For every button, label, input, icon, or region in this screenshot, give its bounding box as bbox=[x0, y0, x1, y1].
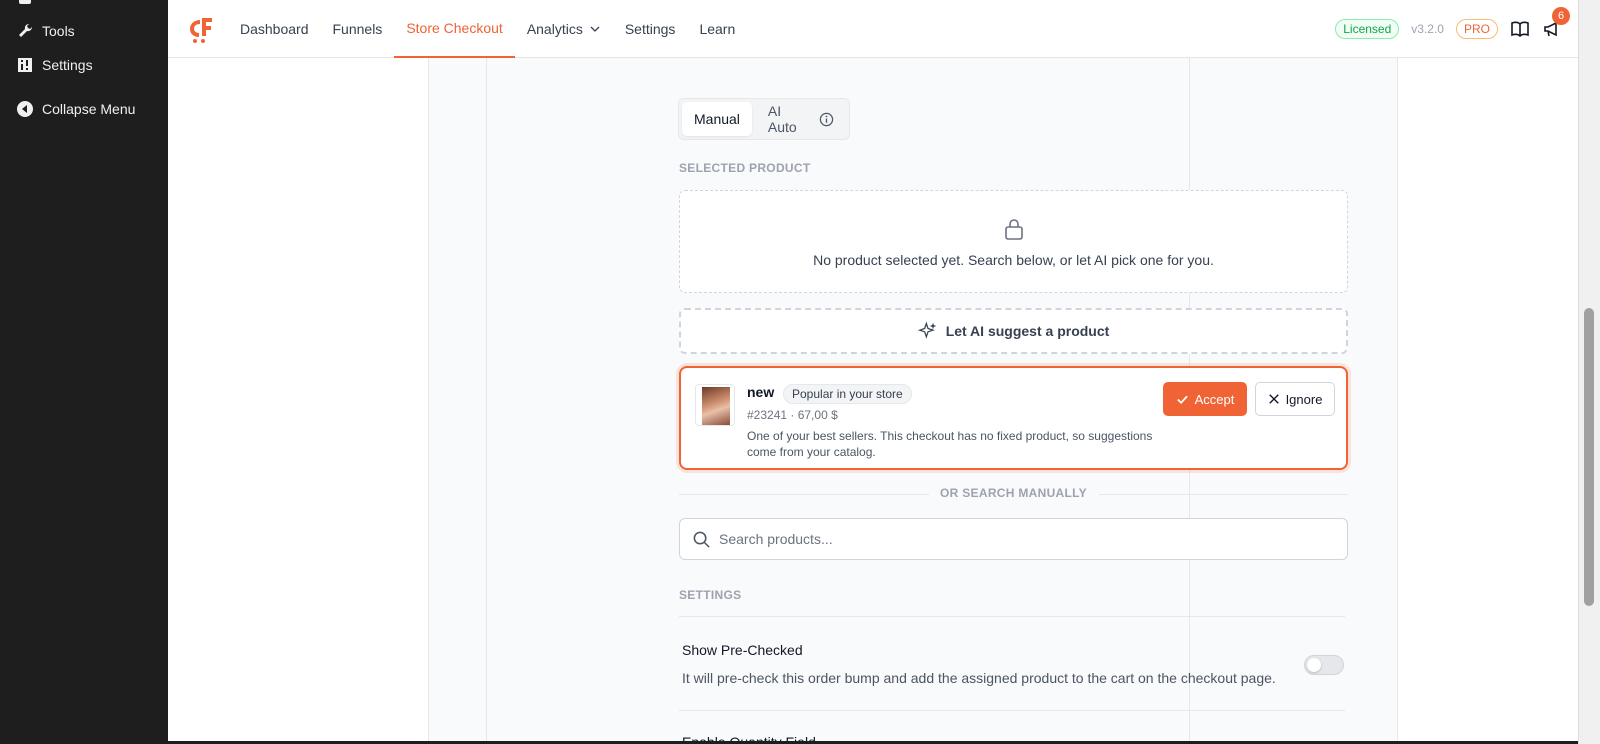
announcements-button[interactable]: 6 bbox=[1542, 7, 1570, 39]
database-icon bbox=[19, 0, 31, 4]
pre-checked-toggle[interactable] bbox=[1304, 655, 1344, 675]
toggle-knob bbox=[1307, 658, 1321, 672]
topbar-right: Licensed v3.2.0 PRO 6 bbox=[1335, 0, 1570, 58]
scrollbar-thumb[interactable] bbox=[1584, 308, 1594, 606]
pre-checked-description: It will pre-check this order bump and ad… bbox=[682, 670, 1276, 686]
mode-label: AI Auto bbox=[767, 103, 797, 135]
nav-label: Dashboard bbox=[240, 21, 309, 37]
product-name: new bbox=[747, 384, 775, 400]
selected-product-heading: SELECTED PRODUCT bbox=[679, 161, 811, 175]
main-nav: Dashboard Funnels Store Checkout Analyti… bbox=[228, 0, 747, 58]
product-meta: #23241 · 67,00 $ bbox=[747, 408, 838, 422]
nav-label: Settings bbox=[624, 21, 676, 37]
settings-heading: SETTINGS bbox=[679, 588, 742, 602]
check-icon bbox=[1176, 395, 1188, 404]
ai-suggest-product-button[interactable]: Let AI suggest a product bbox=[679, 308, 1348, 354]
sidebar-item-label: Tools bbox=[42, 23, 75, 39]
search-divider: OR SEARCH MANUALLY bbox=[679, 486, 1348, 502]
wrench-icon bbox=[19, 23, 33, 37]
settings-row-divider bbox=[679, 710, 1345, 711]
nav-label: Analytics bbox=[526, 21, 583, 37]
nav-settings[interactable]: Settings bbox=[613, 0, 688, 58]
product-mode-toggle: Manual AI Auto bbox=[678, 98, 850, 140]
close-icon bbox=[1268, 394, 1279, 404]
pre-checked-title: Show Pre-Checked bbox=[682, 642, 803, 658]
ignore-suggestion-button[interactable]: Ignore bbox=[1255, 382, 1335, 416]
accept-suggestion-button[interactable]: Accept bbox=[1163, 382, 1247, 416]
nav-funnels[interactable]: Funnels bbox=[321, 0, 395, 58]
chevron-down-icon bbox=[590, 26, 600, 32]
nav-label: Learn bbox=[699, 21, 736, 37]
suggestion-description: One of your best sellers. This checkout … bbox=[747, 429, 1153, 459]
collapse-arrow-icon bbox=[17, 101, 33, 117]
top-navigation-bar: Dashboard Funnels Store Checkout Analyti… bbox=[168, 0, 1578, 58]
sidebar-item-settings[interactable]: Settings bbox=[16, 56, 93, 74]
mode-ai-auto-button[interactable]: AI Auto bbox=[756, 102, 846, 136]
lock-icon bbox=[1004, 218, 1023, 240]
nav-store-checkout[interactable]: Store Checkout bbox=[394, 0, 515, 58]
mode-label: Manual bbox=[694, 111, 740, 127]
product-search-input[interactable] bbox=[719, 531, 1319, 547]
sidebar-item-label: Collapse Menu bbox=[42, 101, 136, 117]
nav-dashboard[interactable]: Dashboard bbox=[228, 0, 321, 58]
content-gutter-right bbox=[1398, 58, 1578, 744]
version-label: v3.2.0 bbox=[1411, 22, 1444, 36]
product-search-box bbox=[679, 518, 1348, 560]
divider-label: OR SEARCH MANUALLY bbox=[940, 486, 1087, 500]
sidebar-collapse-menu[interactable]: Collapse Menu bbox=[16, 100, 135, 118]
nav-analytics[interactable]: Analytics bbox=[515, 0, 613, 58]
content-gutter-left bbox=[168, 58, 428, 744]
cartflows-logo bbox=[190, 18, 212, 43]
accept-label: Accept bbox=[1194, 391, 1235, 407]
popular-badge: Popular in your store bbox=[783, 384, 912, 404]
mode-manual-button[interactable]: Manual bbox=[682, 102, 752, 136]
pro-badge: PRO bbox=[1455, 19, 1498, 39]
product-thumbnail bbox=[695, 384, 735, 426]
window-scrollbar[interactable] bbox=[1578, 0, 1600, 744]
search-icon bbox=[693, 531, 710, 548]
nav-label: Store Checkout bbox=[406, 20, 503, 36]
ai-suggestion-card: new Popular in your store #23241 · 67,00… bbox=[679, 366, 1348, 470]
nav-label: Funnels bbox=[332, 21, 383, 37]
ai-suggest-label: Let AI suggest a product bbox=[945, 323, 1110, 339]
info-icon[interactable] bbox=[819, 112, 834, 127]
notification-count-badge: 6 bbox=[1552, 7, 1570, 25]
sidebar-item-label: Settings bbox=[42, 57, 93, 73]
ignore-label: Ignore bbox=[1285, 391, 1323, 407]
sidebar-item-tools[interactable]: Tools bbox=[16, 22, 75, 40]
settings-divider bbox=[679, 616, 1345, 617]
settings-grid-icon bbox=[18, 58, 32, 72]
empty-state-text: No product selected yet. Search below, o… bbox=[813, 251, 1214, 268]
sidebar-item-partial[interactable] bbox=[16, 0, 34, 10]
selected-product-empty-state: No product selected yet. Search below, o… bbox=[679, 190, 1348, 293]
licensed-badge: Licensed bbox=[1335, 19, 1400, 39]
book-icon[interactable] bbox=[1510, 19, 1530, 39]
wp-admin-sidebar: Tools Settings Collapse Menu bbox=[0, 0, 168, 744]
sparkles-icon bbox=[917, 321, 937, 339]
product-image bbox=[702, 387, 730, 425]
nav-learn[interactable]: Learn bbox=[687, 0, 747, 58]
